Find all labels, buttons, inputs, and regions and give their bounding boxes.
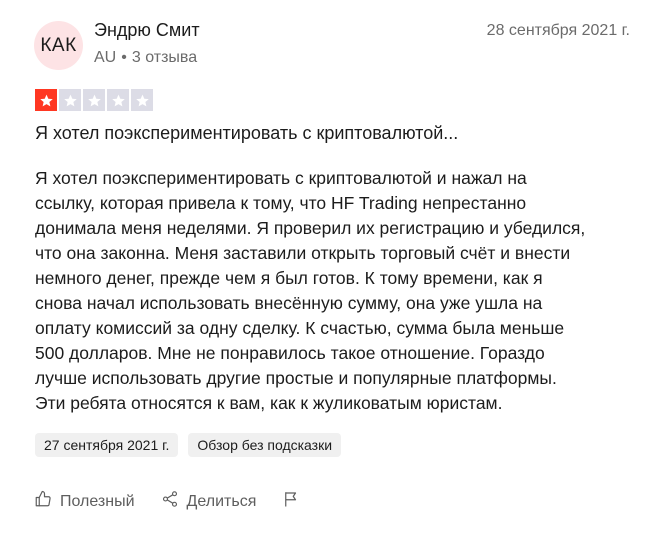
star-icon <box>83 89 105 111</box>
avatar-initials: КАК <box>40 34 77 56</box>
review-body-line: донимала меня неделями. Я проверил их ре… <box>35 218 586 238</box>
avatar[interactable]: КАК <box>34 21 83 70</box>
useful-button[interactable]: Полезный <box>34 490 135 513</box>
flag-icon <box>282 490 300 513</box>
reviewer-reviews-count: 3 отзыва <box>131 49 198 66</box>
star-icon <box>131 89 153 111</box>
review-body: Я хотел поэкспериментировать с криптовал… <box>35 166 635 416</box>
review-actions: Полезный Делиться <box>34 490 326 513</box>
report-button[interactable] <box>282 490 300 513</box>
review-title[interactable]: Я хотел поэкспериментировать с криптовал… <box>35 123 458 144</box>
review-body-line: Я хотел поэкспериментировать с криптовал… <box>35 168 527 188</box>
review-body-line: Эти ребята относятся к вам, как к жулико… <box>35 393 503 413</box>
review-body-line: немного денег, прежде чем я был готов. К… <box>35 268 543 288</box>
review-body-line: 500 долларов. Мне не понравилось такое о… <box>35 343 545 363</box>
share-icon <box>161 490 179 513</box>
share-button[interactable]: Делиться <box>161 490 257 513</box>
reviewer-meta: AU • 3 отзыва <box>94 49 197 67</box>
star-rating <box>35 89 153 111</box>
useful-label: Полезный <box>60 492 135 510</box>
review-body-line: оплату комиссий за одну сделку. К счасть… <box>35 318 565 338</box>
review-body-line: что она законна. Меня заставили открыть … <box>35 243 571 263</box>
review-date: 28 сентября 2021 г. <box>486 22 630 39</box>
review-card: КАК Эндрю Смит AU • 3 отзыва 28 сентября 2… <box>0 0 657 545</box>
review-body-line: лучше использовать другие простые и попу… <box>35 368 557 388</box>
star-icon <box>107 89 129 111</box>
reviewer-country: AU <box>94 49 117 66</box>
star-icon <box>59 89 81 111</box>
review-type-badge[interactable]: Обзор без подсказки <box>188 433 342 457</box>
review-body-line: ссылку, которая привела к тому, что HF T… <box>35 193 527 213</box>
reviewer-name[interactable]: Эндрю Смит <box>94 20 200 41</box>
star-icon <box>35 89 57 111</box>
experience-date-badge: 27 сентября 2021 г. <box>35 433 179 457</box>
review-tags: 27 сентября 2021 г. Обзор без подсказки <box>35 433 342 457</box>
review-body-line: снова начал использовать внесённую сумму… <box>35 293 543 313</box>
share-label: Делиться <box>186 492 257 510</box>
meta-separator: • <box>121 49 127 66</box>
thumbs-up-icon <box>34 490 52 513</box>
